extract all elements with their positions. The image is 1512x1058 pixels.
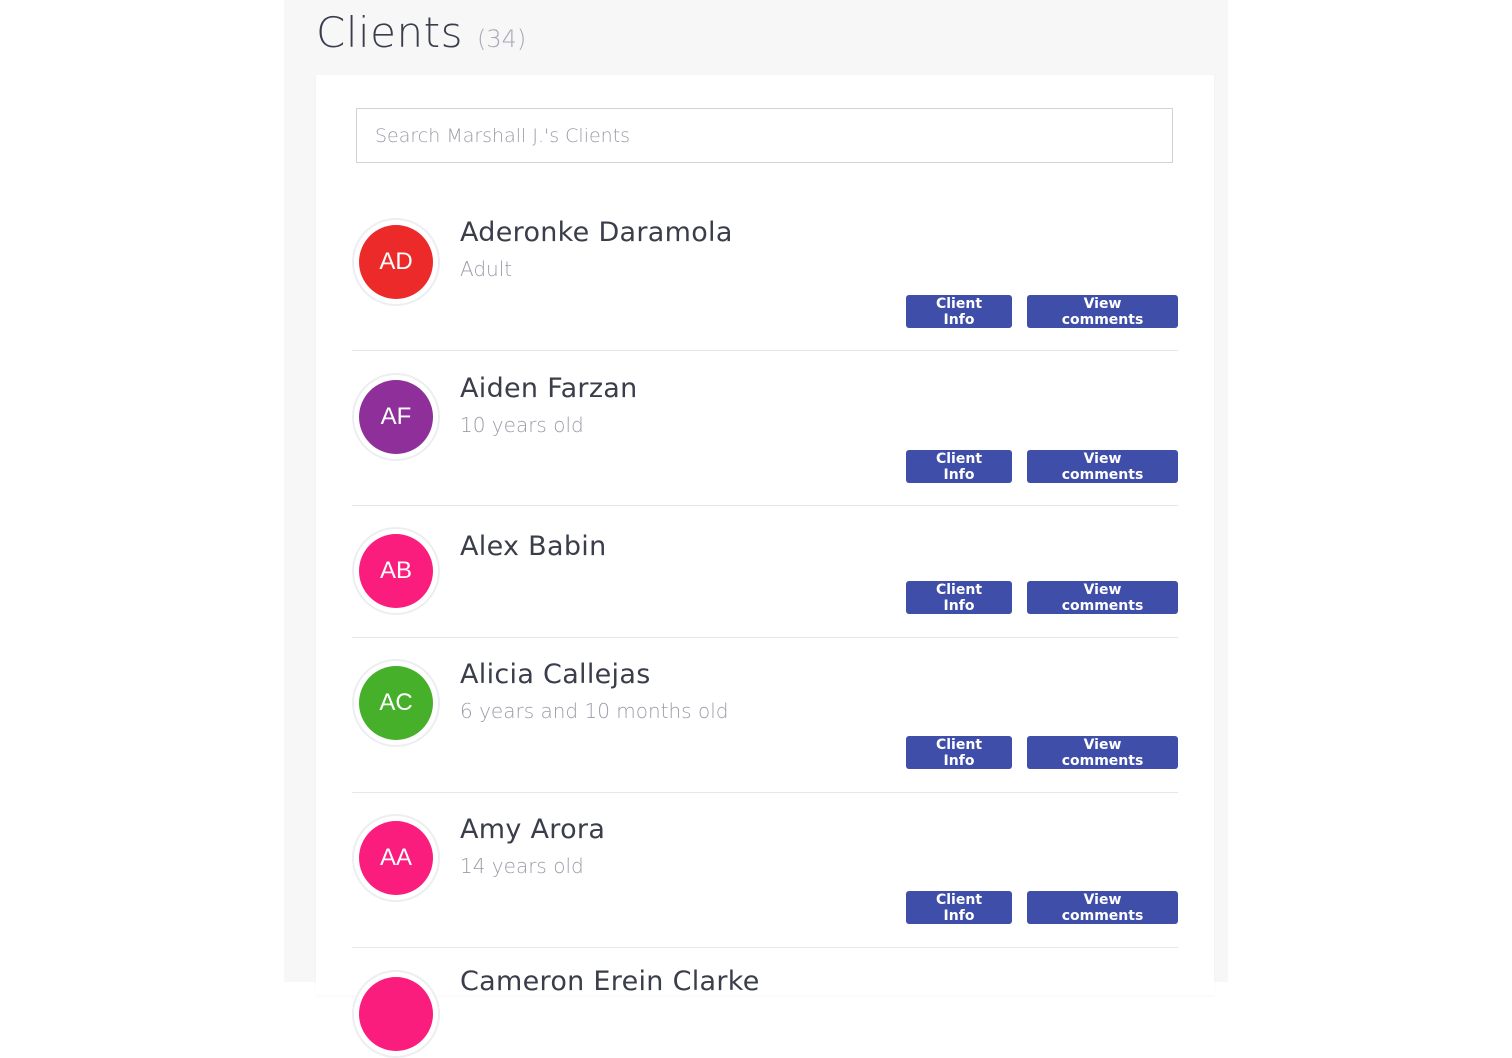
client-age: 6 years and 10 months old — [460, 699, 729, 723]
client-actions: Client Info View comments — [906, 891, 1178, 924]
clients-card: AD Aderonke Daramola Adult Client Info V… — [316, 75, 1214, 1058]
avatar-initials: AD — [359, 225, 433, 299]
view-comments-button[interactable]: View comments — [1027, 891, 1178, 924]
client-name: Alicia Callejas — [460, 659, 651, 690]
avatar: AA — [352, 814, 440, 902]
client-row: AD Aderonke Daramola Adult Client Info V… — [352, 195, 1178, 351]
avatar: AB — [352, 527, 440, 615]
avatar-initials: AA — [359, 821, 433, 895]
page-title: Clients — [316, 8, 463, 57]
view-comments-button[interactable]: View comments — [1027, 736, 1178, 769]
client-info-button[interactable]: Client Info — [906, 295, 1012, 328]
avatar: AC — [352, 659, 440, 747]
view-comments-button[interactable]: View comments — [1027, 581, 1178, 614]
avatar — [352, 970, 440, 1058]
avatar-initials: AC — [359, 666, 433, 740]
client-actions: Client Info View comments — [906, 736, 1178, 769]
client-age: Adult — [460, 257, 513, 281]
client-actions: Client Info View comments — [906, 295, 1178, 328]
page-header: Clients (34) — [316, 8, 526, 64]
avatar: AD — [352, 218, 440, 306]
avatar-initials — [359, 977, 433, 1051]
client-row: AA Amy Arora 14 years old Client Info Vi… — [352, 793, 1178, 948]
view-comments-button[interactable]: View comments — [1027, 450, 1178, 483]
search-input[interactable] — [356, 108, 1173, 163]
client-row: AC Alicia Callejas 6 years and 10 months… — [352, 638, 1178, 793]
view-comments-button[interactable]: View comments — [1027, 295, 1178, 328]
client-info-button[interactable]: Client Info — [906, 736, 1012, 769]
client-actions: Client Info View comments — [906, 450, 1178, 483]
avatar: AF — [352, 373, 440, 461]
avatar-initials: AF — [359, 380, 433, 454]
client-name: Aderonke Daramola — [460, 217, 733, 248]
client-info-button[interactable]: Client Info — [906, 581, 1012, 614]
client-age: 10 years old — [460, 413, 584, 437]
client-list: AD Aderonke Daramola Adult Client Info V… — [352, 195, 1178, 1058]
client-age: 14 years old — [460, 854, 584, 878]
client-row: AF Aiden Farzan 10 years old Client Info… — [352, 351, 1178, 506]
client-info-button[interactable]: Client Info — [906, 450, 1012, 483]
client-count: (34) — [476, 25, 527, 53]
client-info-button[interactable]: Client Info — [906, 891, 1012, 924]
client-row: AB Alex Babin Client Info View comments — [352, 506, 1178, 638]
client-name: Aiden Farzan — [460, 373, 638, 404]
client-row: Cameron Erein Clarke — [352, 948, 1178, 1058]
avatar-initials: AB — [359, 534, 433, 608]
client-name: Alex Babin — [460, 531, 607, 562]
client-name: Amy Arora — [460, 814, 606, 845]
client-actions: Client Info View comments — [906, 581, 1178, 614]
